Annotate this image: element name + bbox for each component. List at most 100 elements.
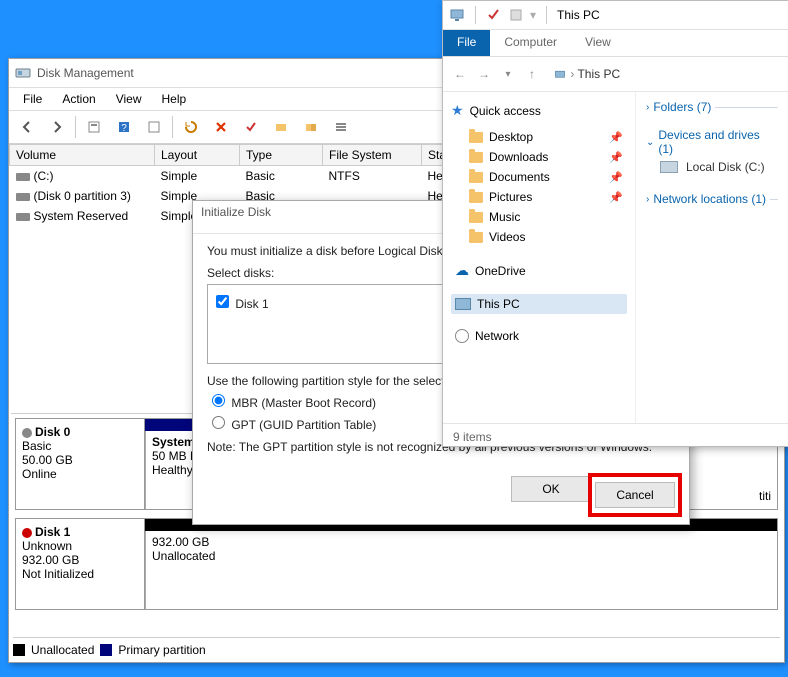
disk1-checkbox[interactable]: [216, 295, 229, 308]
sidebar-item-music[interactable]: Music: [451, 207, 627, 227]
refresh-button[interactable]: [179, 115, 203, 139]
sidebar-item-thispc[interactable]: This PC: [451, 294, 627, 314]
folder-icon: [469, 132, 483, 143]
tab-computer[interactable]: Computer: [490, 30, 571, 56]
cancel-highlight: Cancel: [591, 476, 679, 514]
sidebar-item-network[interactable]: Network: [451, 326, 627, 346]
nav-forward-button[interactable]: →: [475, 67, 493, 81]
status-item-count: 9 items: [453, 430, 492, 444]
rule: [770, 199, 778, 200]
explorer-window: ▾ This PC File Computer View ← → ▾ ↑ › T…: [442, 0, 788, 447]
breadcrumb-thispc[interactable]: This PC: [577, 67, 620, 81]
chevron-right-icon: ›: [646, 194, 649, 205]
item-local-disk-c[interactable]: Local Disk (C:): [646, 156, 778, 178]
disk-bullet-icon: [22, 528, 32, 538]
check-button[interactable]: [239, 115, 263, 139]
quick-access-label: Quick access: [470, 104, 541, 118]
gpt-radio[interactable]: [212, 416, 225, 429]
disk1-row[interactable]: Disk 1 Unknown 932.00 GB Not Initialized…: [15, 518, 778, 610]
props-icon: [508, 7, 524, 23]
cancel-button[interactable]: Cancel: [595, 482, 675, 508]
disk1-info: Disk 1 Unknown 932.00 GB Not Initialized: [16, 519, 145, 609]
menu-view[interactable]: View: [108, 90, 150, 108]
explorer-titlebar[interactable]: ▾ This PC: [443, 1, 788, 30]
sidebar-item-label: Desktop: [489, 130, 533, 144]
help-button[interactable]: ?: [112, 115, 136, 139]
sidebar-item-label: Videos: [489, 230, 525, 244]
cell-volume: System Reserved: [34, 209, 129, 223]
swatch-primary: [100, 644, 112, 656]
monitor-icon: [553, 69, 567, 81]
sidebar-item-label: Pictures: [489, 190, 532, 204]
pin-icon: 📌: [609, 151, 623, 164]
folder-icon: [469, 192, 483, 203]
col-volume[interactable]: Volume: [10, 145, 155, 166]
extend-button[interactable]: [299, 115, 323, 139]
disk0-capacity: 50.00 GB: [22, 453, 138, 467]
disk0-info: Disk 0 Basic 50.00 GB Online: [16, 419, 145, 509]
pin-icon: 📌: [609, 191, 623, 204]
menu-help[interactable]: Help: [154, 90, 195, 108]
explorer-content: ›Folders (7) ⌄Devices and drives (1) Loc…: [636, 92, 788, 423]
folder-icon: [469, 172, 483, 183]
mbr-label: MBR (Master Boot Record): [231, 396, 376, 410]
new-volume-button[interactable]: [269, 115, 293, 139]
ok-button[interactable]: OK: [511, 476, 591, 502]
list-button[interactable]: [329, 115, 353, 139]
chevron-down-icon: ⌄: [646, 137, 654, 148]
sidebar-item-quick-access[interactable]: ★ Quick access: [451, 102, 627, 119]
menu-action[interactable]: Action: [54, 90, 103, 108]
sidebar-item-pictures[interactable]: Pictures 📌: [451, 187, 627, 207]
disk1-partition-unallocated[interactable]: 932.00 GB Unallocated: [145, 531, 777, 609]
swatch-unallocated: [13, 644, 25, 656]
monitor-icon: [449, 7, 465, 23]
svg-text:?: ?: [121, 123, 127, 134]
pin-icon: 📌: [609, 131, 623, 144]
toolbar-separator: [172, 116, 173, 138]
group-network-locations: ›Network locations (1): [646, 192, 778, 206]
breadcrumb[interactable]: › This PC: [553, 67, 620, 81]
col-layout[interactable]: Layout: [155, 145, 240, 166]
sidebar-item-videos[interactable]: Videos: [451, 227, 627, 247]
mbr-radio[interactable]: [212, 394, 225, 407]
chevron-down-icon[interactable]: ▾: [530, 8, 536, 22]
nav-history-button[interactable]: ▾: [499, 69, 517, 80]
sidebar-item-documents[interactable]: Documents📌: [451, 167, 627, 187]
explorer-nav-pane: ★ Quick access Desktop 📌 Downloads📌 Docum…: [443, 92, 636, 423]
tab-view[interactable]: View: [571, 30, 625, 56]
action-button[interactable]: [142, 115, 166, 139]
pin-icon: 📌: [609, 171, 623, 184]
explorer-ribbon-tabs: File Computer View: [443, 30, 788, 57]
network-icon: [455, 329, 469, 343]
group-header-devices[interactable]: ⌄Devices and drives (1): [646, 128, 778, 156]
disk1-label: Disk 1: [235, 297, 268, 311]
col-filesystem[interactable]: File System: [323, 145, 422, 166]
back-button[interactable]: [15, 115, 39, 139]
col-type[interactable]: Type: [240, 145, 323, 166]
star-icon: ★: [451, 102, 464, 119]
tab-file[interactable]: File: [443, 30, 490, 56]
folder-icon: [469, 212, 483, 223]
properties-button[interactable]: [82, 115, 106, 139]
toolbar-separator: [75, 116, 76, 138]
chevron-right-icon: ›: [646, 102, 649, 113]
sidebar-item-downloads[interactable]: Downloads📌: [451, 147, 627, 167]
pc-icon: [455, 298, 471, 310]
disk0-name: Disk 0: [35, 425, 70, 439]
legend: Unallocated Primary partition: [13, 637, 780, 660]
nav-back-button[interactable]: ←: [451, 67, 469, 81]
explorer-status-bar: 9 items: [443, 423, 788, 450]
disk1-capacity: 932.00 GB: [22, 553, 138, 567]
cell-layout: Simple: [155, 166, 240, 187]
delete-button[interactable]: [209, 115, 233, 139]
dm-title-text: Disk Management: [37, 66, 134, 80]
nav-up-button[interactable]: ↑: [523, 67, 541, 81]
sidebar-item-desktop[interactable]: Desktop 📌: [451, 127, 627, 147]
disk0-type: Basic: [22, 439, 138, 453]
menu-file[interactable]: File: [15, 90, 50, 108]
forward-button[interactable]: [45, 115, 69, 139]
partition-suffix: titi: [759, 489, 771, 503]
group-header-network[interactable]: ›Network locations (1): [646, 192, 778, 206]
group-header-folders[interactable]: ›Folders (7): [646, 100, 778, 114]
sidebar-item-onedrive[interactable]: ☁OneDrive: [451, 259, 627, 282]
